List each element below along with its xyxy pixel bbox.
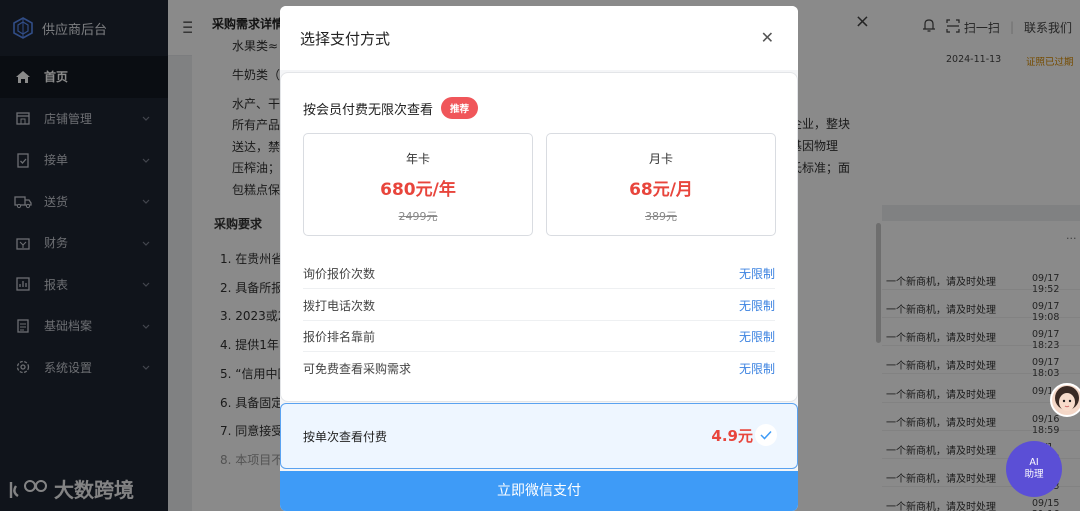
benefit-label: 可免费查看采购需求 <box>303 362 412 376</box>
benefit-value: 无限制 <box>738 329 775 344</box>
benefit-row: 拨打电话次数 无限制 <box>303 290 775 321</box>
ai-assistant-button[interactable]: AI 助理 <box>1006 441 1062 497</box>
plan-name: 年卡 <box>405 152 430 166</box>
payment-modal: 选择支付方式 ✕ 按会员付费无限次查看 推荐 年卡 680元/年 2499元 月… <box>280 6 798 511</box>
assistant-avatar[interactable] <box>1050 383 1080 417</box>
membership-label: 按会员付费无限次查看 <box>303 102 434 118</box>
plan-name: 月卡 <box>648 152 673 166</box>
benefit-label: 拨打电话次数 <box>303 298 376 313</box>
plan-price: 68元/月 <box>629 180 693 200</box>
payment-modal-title: 选择支付方式 <box>300 30 391 48</box>
benefit-row: 询价报价次数 无限制 <box>303 258 775 289</box>
benefit-value: 无限制 <box>738 362 775 376</box>
ai-label-sub: 助理 <box>1024 469 1044 480</box>
plan-original-price: 2499元 <box>398 210 438 223</box>
benefit-value: 无限制 <box>738 266 775 281</box>
benefit-row: 报价排名靠前 无限制 <box>303 321 775 352</box>
membership-option[interactable]: 按会员付费无限次查看 推荐 年卡 680元/年 2499元 月卡 68元/月 3… <box>280 72 798 402</box>
plan-price: 680元/年 <box>380 180 456 200</box>
benefit-value: 无限制 <box>738 298 775 313</box>
wechat-pay-button[interactable]: 立即微信支付 <box>280 471 798 511</box>
ai-label: AI <box>1029 457 1039 468</box>
check-icon <box>755 424 777 446</box>
avatar-face-icon <box>1055 386 1079 411</box>
single-view-option[interactable]: 按单次查看付费 4.9元 <box>280 403 798 469</box>
recommended-badge: 推荐 <box>441 97 479 119</box>
benefit-label: 询价报价次数 <box>303 266 376 281</box>
payment-modal-header: 选择支付方式 ✕ <box>280 6 798 70</box>
plan-annual-card[interactable]: 年卡 680元/年 2499元 <box>303 133 533 236</box>
plan-monthly-card[interactable]: 月卡 68元/月 389元 <box>546 133 776 236</box>
close-button[interactable]: ✕ <box>761 28 774 47</box>
single-view-label: 按单次查看付费 <box>303 430 388 444</box>
membership-header: 按会员付费无限次查看 推荐 <box>303 97 479 119</box>
plan-original-price: 389元 <box>645 210 677 223</box>
benefit-row: 可免费查看采购需求 无限制 <box>303 353 775 384</box>
benefit-label: 报价排名靠前 <box>303 329 376 344</box>
single-view-price: 4.9元 <box>711 427 753 445</box>
